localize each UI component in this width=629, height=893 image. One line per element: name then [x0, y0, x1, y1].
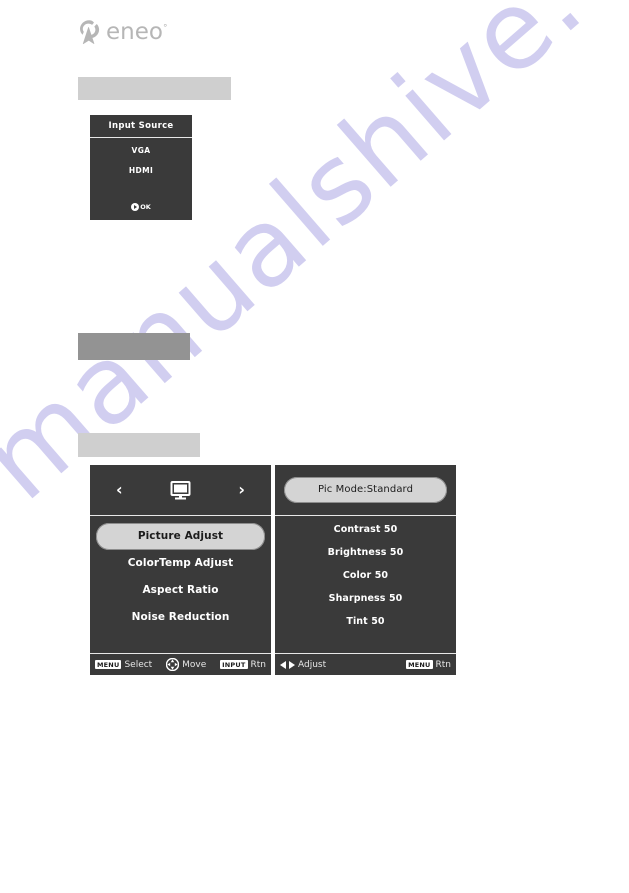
eneo-swirl-icon — [80, 20, 100, 45]
osd-menu-item-aspect-ratio[interactable]: Aspect Ratio — [96, 577, 265, 604]
chevron-right-icon[interactable]: › — [238, 482, 245, 498]
footer-return-hint-right: MENU Rtn — [406, 660, 451, 670]
pic-mode-selector[interactable]: Pic Mode:Standard — [284, 477, 447, 503]
osd-main-menu-panel: ‹ › Picture Adjust ColorTemp Adjust Aspe… — [90, 465, 271, 675]
osd-picture-settings-list: Contrast 50 Brightness 50 Color 50 Sharp… — [275, 516, 456, 653]
triangle-right-icon — [289, 660, 295, 669]
section-placeholder-bar-2 — [78, 333, 190, 360]
footer-move-hint: Move — [165, 657, 207, 672]
osd-menu-item-noise-reduction[interactable]: Noise Reduction — [96, 604, 265, 631]
chevron-left-icon[interactable]: ‹ — [116, 482, 123, 498]
input-key-cap: INPUT — [220, 660, 248, 669]
input-source-title: Input Source — [90, 115, 192, 138]
brand-wordmark: eneo° — [106, 18, 168, 45]
input-source-footer: OK — [90, 197, 192, 220]
osd-picture-header: Pic Mode:Standard — [275, 465, 456, 516]
input-source-osd-panel: Input Source VGA HDMI OK — [90, 115, 192, 220]
input-source-option-list: VGA HDMI — [90, 138, 192, 197]
footer-select-hint: MENU Select — [95, 660, 152, 670]
osd-setting-tint[interactable]: Tint 50 — [275, 616, 456, 627]
trademark-mark: ° — [162, 22, 168, 33]
ok-circle-icon — [131, 203, 140, 211]
menu-key-cap: MENU — [95, 660, 122, 669]
footer-return-label-right: Rtn — [435, 659, 452, 670]
section-placeholder-bar-1 — [78, 77, 231, 100]
osd-picture-adjust-panel: Pic Mode:Standard Contrast 50 Brightness… — [275, 465, 456, 675]
osd-setting-contrast[interactable]: Contrast 50 — [275, 524, 456, 535]
osd-category-header: ‹ › — [90, 465, 271, 516]
osd-menu-item-picture-adjust[interactable]: Picture Adjust — [96, 523, 265, 550]
triangle-left-icon — [280, 660, 286, 669]
brand-logo: eneo° — [77, 19, 167, 45]
osd-menu-item-colortemp-adjust[interactable]: ColorTemp Adjust — [96, 550, 265, 577]
osd-setting-sharpness[interactable]: Sharpness 50 — [275, 593, 456, 604]
footer-adjust-hint: Adjust — [280, 660, 326, 670]
footer-move-label: Move — [182, 659, 207, 670]
osd-left-footer: MENU Select Move INPUT Rtn — [90, 653, 271, 675]
footer-return-label: Rtn — [250, 659, 267, 670]
osd-setting-brightness[interactable]: Brightness 50 — [275, 547, 456, 558]
footer-select-label: Select — [124, 659, 153, 670]
footer-return-hint: INPUT Rtn — [220, 660, 266, 670]
input-source-option-vga[interactable]: VGA — [90, 146, 192, 155]
osd-menu-list: Picture Adjust ColorTemp Adjust Aspect R… — [90, 516, 271, 653]
input-source-option-hdmi[interactable]: HDMI — [90, 166, 192, 175]
monitor-icon — [170, 480, 191, 499]
menu-key-cap-right: MENU — [406, 660, 433, 669]
osd-setting-color[interactable]: Color 50 — [275, 570, 456, 581]
section-placeholder-bar-3 — [78, 433, 200, 457]
footer-adjust-label: Adjust — [298, 659, 327, 670]
dpad-icon — [165, 657, 180, 672]
osd-right-footer: Adjust MENU Rtn — [275, 653, 456, 675]
input-source-ok-label: OK — [140, 202, 151, 211]
